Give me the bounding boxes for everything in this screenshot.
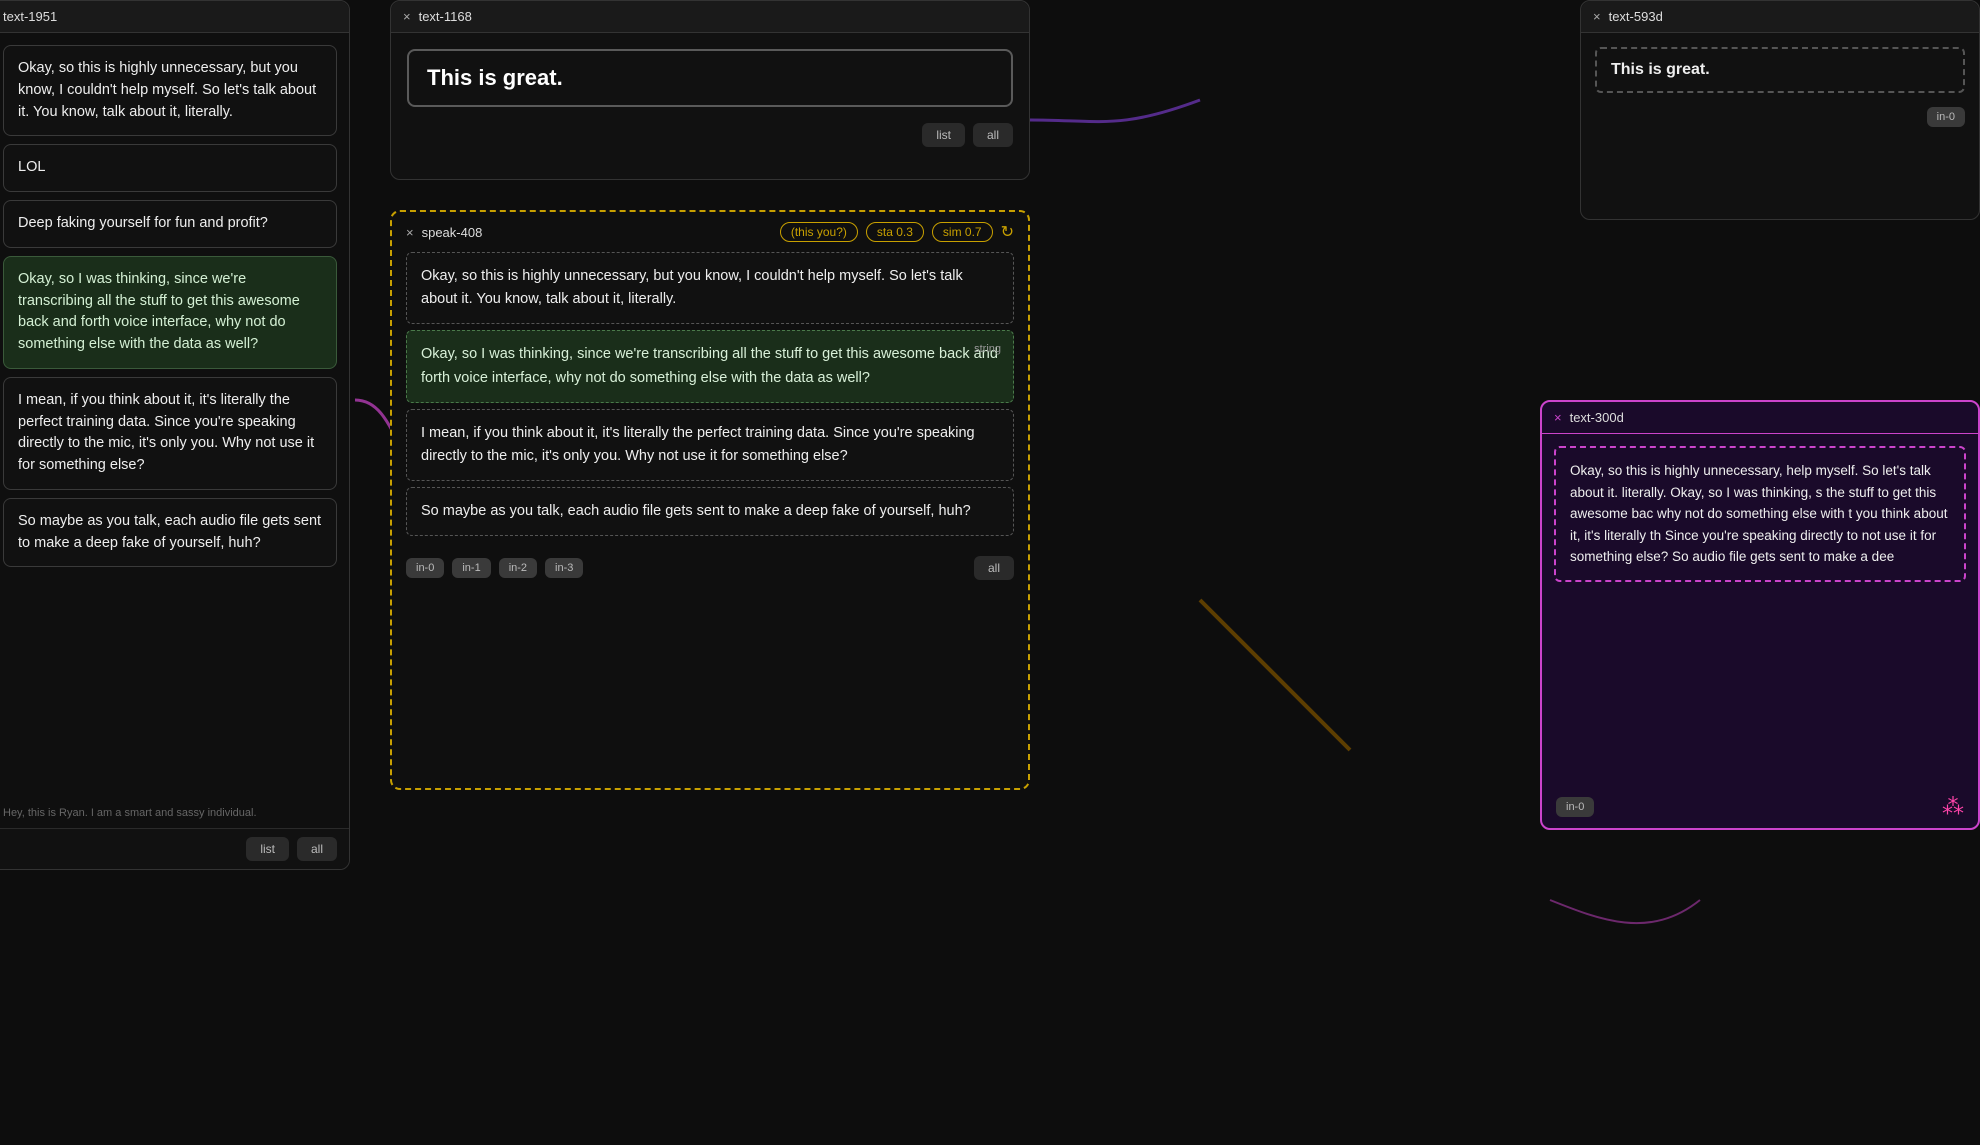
btn-in-1-speak[interactable]: in-1 — [452, 558, 490, 578]
tag-sim: sim 0.7 — [932, 222, 993, 242]
right-top-text: This is great. — [1595, 47, 1965, 93]
btn-in0-right-top[interactable]: in-0 — [1927, 107, 1965, 127]
footer-text: Hey, this is Ryan. I am a smart and sass… — [3, 803, 337, 821]
card-title-left: text-1951 — [0, 1, 349, 33]
btn-in-2-speak[interactable]: in-2 — [499, 558, 537, 578]
card-title-speak: × speak-408 (this you?) sta 0.3 sim 0.7 … — [392, 212, 1028, 252]
card-id-mid-top: text-1168 — [419, 9, 472, 24]
list-item: Deep faking yourself for fun and profit? — [3, 200, 337, 248]
card-text-1168: × text-1168 This is great. list all — [390, 0, 1030, 180]
btn-in-0-speak[interactable]: in-0 — [406, 558, 444, 578]
speak-tags: (this you?) sta 0.3 sim 0.7 ↻ — [780, 222, 1014, 242]
card-left-bottom-bar: list all — [0, 828, 349, 869]
btn-list-left[interactable]: list — [246, 837, 289, 861]
decorative-icon: ⁂ — [1942, 794, 1964, 820]
list-item: Okay, so I was thinking, since we're tra… — [406, 330, 1014, 402]
list-item: Okay, so I was thinking, since we're tra… — [3, 256, 337, 369]
card-title-right-bottom: × text-300d — [1542, 402, 1978, 434]
card-id-right-bottom: text-300d — [1570, 410, 1624, 425]
btn-list-mid-top[interactable]: list — [922, 123, 965, 147]
list-item: Okay, so this is highly unnecessary, but… — [406, 252, 1014, 324]
card-left-messages: Okay, so this is highly unnecessary, but… — [0, 33, 349, 579]
list-item: So maybe as you talk, each audio file ge… — [3, 498, 337, 568]
card-text-593d: × text-593d This is great. in-0 — [1580, 0, 1980, 220]
right-bottom-text: Okay, so this is highly unnecessary, hel… — [1554, 446, 1966, 582]
right-top-bottom-bar: in-0 — [1581, 107, 1979, 139]
list-item: So maybe as you talk, each audio file ge… — [406, 487, 1014, 536]
close-icon-mid-top[interactable]: × — [403, 9, 411, 24]
close-icon-right-top[interactable]: × — [1593, 9, 1601, 24]
card-title-mid-top: × text-1168 — [391, 1, 1029, 33]
list-item: I mean, if you think about it, it's lite… — [406, 409, 1014, 481]
btn-in-3-speak[interactable]: in-3 — [545, 558, 583, 578]
speak-card-id: speak-408 — [422, 225, 483, 240]
refresh-icon[interactable]: ↻ — [1001, 222, 1014, 242]
close-icon-right-bottom[interactable]: × — [1554, 410, 1562, 425]
btn-all-mid-top[interactable]: all — [973, 123, 1013, 147]
list-item: LOL — [3, 144, 337, 192]
right-bottom-content: Okay, so this is highly unnecessary, hel… — [1542, 434, 1978, 594]
card-id-left: text-1951 — [3, 9, 57, 24]
card-id-right-top: text-593d — [1609, 9, 1663, 24]
text-input-display: This is great. — [407, 49, 1013, 107]
speak-messages: Okay, so this is highly unnecessary, but… — [392, 252, 1028, 542]
card-text-1951: text-1951 Okay, so this is highly unnece… — [0, 0, 350, 870]
btn-in0-right-bottom[interactable]: in-0 — [1556, 797, 1594, 817]
string-badge: string — [974, 341, 1001, 359]
card-text-300d: × text-300d Okay, so this is highly unne… — [1540, 400, 1980, 830]
btn-all-left[interactable]: all — [297, 837, 337, 861]
tag-this-you[interactable]: (this you?) — [780, 222, 858, 242]
card-speak-408: × speak-408 (this you?) sta 0.3 sim 0.7 … — [390, 210, 1030, 790]
right-bottom-footer: in-0 ⁂ — [1542, 786, 1978, 828]
list-item: Okay, so this is highly unnecessary, but… — [3, 45, 337, 136]
mid-top-buttons: list all — [391, 123, 1029, 163]
tag-sta: sta 0.3 — [866, 222, 924, 242]
list-item: I mean, if you think about it, it's lite… — [3, 377, 337, 490]
card-title-right-top: × text-593d — [1581, 1, 1979, 33]
speak-card-bottom-bar: in-0 in-1 in-2 in-3 all — [392, 542, 1028, 594]
btn-all-speak[interactable]: all — [974, 556, 1014, 580]
close-icon-speak[interactable]: × — [406, 225, 414, 240]
